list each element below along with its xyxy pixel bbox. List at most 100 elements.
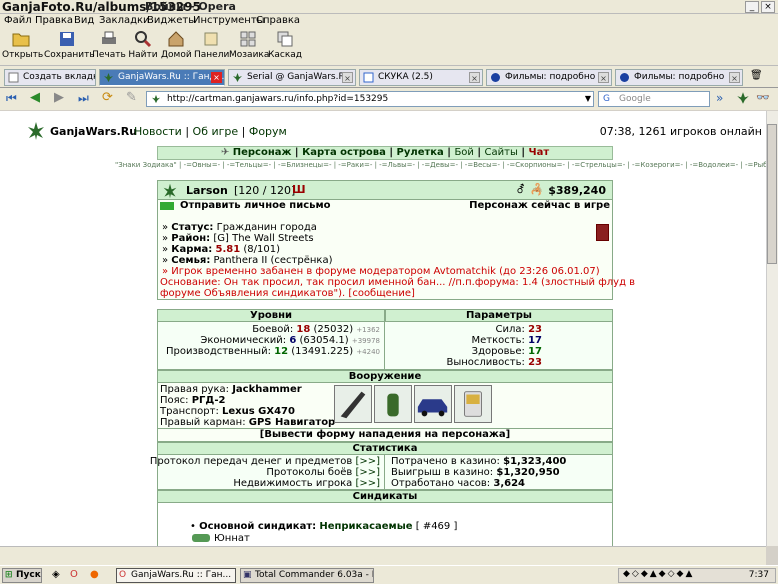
panels-button[interactable]: Панели — [194, 30, 229, 60]
grenade-item-icon[interactable] — [374, 385, 412, 423]
casino-spent: Потрачено в казино: $1,323,400 — [391, 456, 567, 467]
opera-icon[interactable]: O — [70, 569, 78, 580]
panels-icon — [204, 32, 218, 46]
attack-form-link[interactable]: [Вывести форму нападения на персонажа] — [260, 429, 510, 440]
print-button[interactable]: Печать — [92, 30, 126, 60]
param-health: Здоровье: 17 — [471, 346, 542, 357]
firefox-icon[interactable]: ● — [90, 569, 99, 580]
leaf-icon — [233, 73, 242, 82]
leaf-icon-svg — [737, 92, 749, 104]
about-link[interactable]: Об игре — [193, 125, 239, 138]
floppy-icon — [60, 32, 74, 46]
menu-file[interactable]: Файл — [4, 15, 32, 26]
menu-view[interactable]: Вид — [74, 15, 94, 26]
close-tab-icon[interactable]: × — [342, 72, 353, 83]
zodiac-links[interactable]: "Знаки Зодиака" | -=Овны=- | -=Тельцы=- … — [115, 161, 766, 169]
edit-icon[interactable]: ✎ — [126, 90, 137, 105]
url-field[interactable]: http://cartman.ganjawars.ru/info.php?id=… — [146, 91, 594, 107]
karma-ratio[interactable]: (8/101) — [243, 244, 280, 255]
glasses-icon[interactable]: 👓 — [756, 91, 770, 104]
level-combat: Боевой: 18 (25032) +1362 — [252, 324, 380, 335]
district-row: » Район: [G] The Wall Streets — [162, 233, 314, 244]
home-icon — [168, 31, 184, 47]
tile-button[interactable]: Мозаика — [229, 30, 269, 60]
menu-character[interactable]: Персонаж — [233, 147, 292, 158]
menu-tools[interactable]: Инструменты — [193, 15, 265, 26]
grenade-icon — [387, 393, 399, 417]
menu-edit[interactable]: Правка — [35, 15, 73, 26]
rank-badge-icon — [192, 534, 210, 542]
minimize-button[interactable]: _ — [745, 1, 759, 13]
reload-icon[interactable]: ⟳ — [102, 90, 113, 105]
find-button[interactable]: Найти — [128, 30, 158, 60]
close-tab-icon[interactable]: × — [211, 72, 222, 83]
rewind-icon[interactable]: ⏮ — [6, 91, 17, 106]
site-nav: Новости | Об игре | Форум — [134, 125, 287, 138]
window-title: Войны - Opera — [145, 0, 236, 13]
search-input[interactable]: G Google — [598, 91, 710, 107]
home-button[interactable]: Домой — [161, 30, 192, 60]
mail-icon — [160, 202, 174, 210]
fast-forward-icon[interactable]: ⏭ — [78, 91, 89, 106]
send-mail-link[interactable]: Отправить личное письмо — [180, 200, 331, 211]
tray-icons[interactable]: ◆◇◆▲◆◇◆▲ — [623, 569, 694, 579]
folder-icon — [12, 33, 30, 47]
online-count: 07:38, 1261 игроков онлайн — [599, 125, 762, 138]
new-tab-icon — [8, 72, 19, 83]
start-button[interactable]: ⊞ Пуск — [2, 568, 42, 583]
tab-skuka[interactable]: СКУКА (2.5) × — [359, 69, 483, 86]
menu-widgets[interactable]: Виджеты — [147, 15, 196, 26]
ban-reason-2: форуме Объявления синдикатов"). [сообщен… — [160, 288, 415, 299]
message-link[interactable]: [сообщение] — [348, 288, 414, 299]
forward-icon[interactable]: ▶ — [54, 90, 64, 105]
tab-films-1[interactable]: Фильмы: подробно × — [486, 69, 612, 86]
car-icon — [417, 399, 448, 417]
leaf-icon[interactable] — [736, 91, 750, 105]
new-tab-button[interactable]: Создать вкладку — [4, 69, 96, 86]
tab-ganjawars[interactable]: GanjaWars.Ru :: Ганд... × — [99, 69, 225, 86]
save-button[interactable]: Сохранить — [44, 30, 95, 60]
arm-right-hand: Правая рука: Jackhammer — [160, 384, 302, 395]
battle-log-button[interactable]: [>>] — [355, 467, 380, 478]
taskbar-item-totalcmd[interactable]: ▣ Total Commander 6.03a - I... — [240, 568, 374, 583]
menu-sites[interactable]: Сайты — [485, 147, 518, 158]
menu-chat[interactable]: Чат — [529, 147, 550, 158]
cascade-button[interactable]: Каскад — [268, 30, 302, 60]
tab-films-2[interactable]: Фильмы: подробно × — [615, 69, 743, 86]
close-button[interactable]: × — [761, 1, 775, 13]
menu-roulette[interactable]: Рулетка — [397, 147, 444, 158]
chevron-down-icon[interactable]: ▼ — [585, 92, 591, 106]
district-link[interactable]: [G] The Wall Streets — [213, 233, 313, 244]
param-strength: Сила: 23 — [495, 324, 542, 335]
menu-bookmarks[interactable]: Закладки — [99, 15, 150, 26]
property-button[interactable]: [>>] — [355, 478, 380, 489]
open-button[interactable]: Открыть — [2, 30, 43, 60]
google-icon: G — [603, 94, 610, 104]
page-icon — [363, 72, 374, 83]
quicklaunch-icon[interactable]: ◈ — [52, 569, 60, 580]
forum-link[interactable]: Форум — [249, 125, 287, 138]
syndicate-link[interactable]: Неприкасаемые — [319, 521, 412, 532]
news-link[interactable]: Новости — [134, 125, 182, 138]
close-tab-icon[interactable]: × — [469, 72, 480, 83]
syndicates-box: • Основной синдикат: Неприкасаемые [ #46… — [157, 503, 613, 546]
close-tab-icon[interactable]: × — [729, 72, 740, 83]
system-tray: ◆◇◆▲◆◇◆▲ 7:37 — [618, 568, 776, 583]
menu-map[interactable]: Карта острова — [302, 147, 386, 158]
more-icon[interactable]: » — [716, 91, 723, 105]
tab-serial[interactable]: Serial @ GanjaWars.Ru × — [228, 69, 356, 86]
scrollbar-thumb[interactable] — [767, 124, 777, 264]
close-tab-icon[interactable]: × — [598, 72, 609, 83]
shotgun-item-icon[interactable] — [334, 385, 372, 423]
car-item-icon[interactable] — [414, 385, 452, 423]
menu-help[interactable]: Справка — [256, 15, 300, 26]
menu-battle[interactable]: Бой — [454, 147, 473, 158]
gps-item-icon[interactable] — [454, 385, 492, 423]
trash-icon[interactable]: 🗑 — [750, 70, 764, 84]
money-log-row: Протокол передач денег и предметов [>>] — [149, 456, 380, 467]
arm-transport: Транспорт: Lexus GX470 — [160, 406, 295, 417]
money-log-button[interactable]: [>>] — [355, 456, 380, 467]
taskbar-item-opera[interactable]: O GanjaWars.Ru :: Ган... — [116, 568, 236, 583]
levels-box: Боевой: 18 (25032) +1362 Экономический: … — [157, 322, 385, 370]
back-icon[interactable]: ◀ — [30, 90, 40, 105]
